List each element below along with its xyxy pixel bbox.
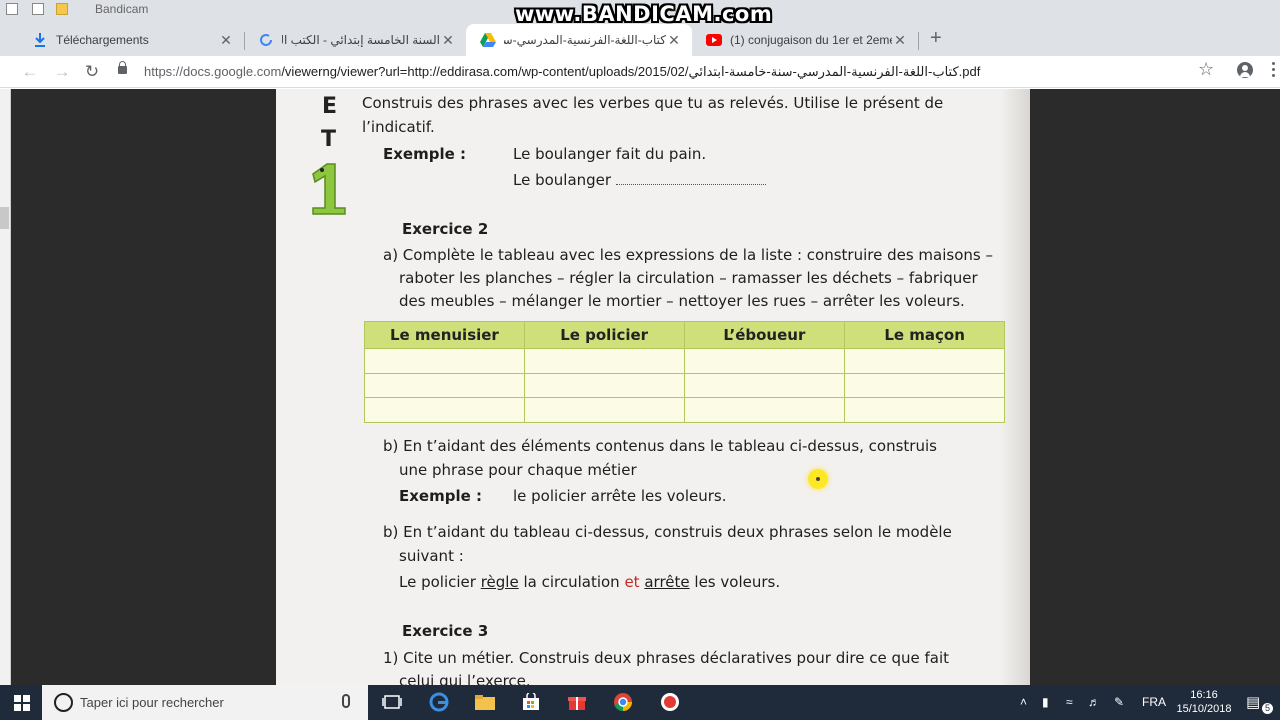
ex2-b2-line-1: b) En t’aidant du tableau ci-dessus, con… bbox=[383, 523, 952, 541]
clock-time: 16:16 bbox=[1190, 689, 1218, 701]
table-header: Le menuisier bbox=[364, 321, 525, 349]
file-explorer-icon[interactable] bbox=[474, 691, 496, 713]
folder-icon bbox=[56, 3, 68, 15]
profile-avatar-icon[interactable] bbox=[1237, 62, 1253, 78]
table-header: L’éboueur bbox=[683, 321, 846, 349]
intro-line-2: l’indicatif. bbox=[362, 118, 435, 136]
left-scrollbar[interactable] bbox=[0, 89, 11, 685]
microphone-icon[interactable] bbox=[342, 694, 350, 708]
number-one-mascot-icon bbox=[307, 160, 349, 216]
ex2-b-line-1: b) En t’aidant des éléments contenus dan… bbox=[383, 437, 937, 455]
intro-line-1: Construis des phrases avec les verbes qu… bbox=[362, 94, 944, 112]
address-bar[interactable]: https://docs.google.com/viewerng/viewer?… bbox=[112, 59, 1232, 85]
example-line-1: Le boulanger fait du pain. bbox=[513, 145, 707, 163]
taskbar-search-box[interactable]: Taper ici pour rechercher bbox=[42, 685, 368, 720]
close-tab-icon[interactable]: ✕ bbox=[892, 32, 908, 48]
tab-label: Téléchargements bbox=[56, 33, 149, 47]
recorder-watermark: www.BANDICAM.com bbox=[515, 2, 773, 26]
lock-icon bbox=[118, 61, 127, 74]
cortana-icon bbox=[54, 693, 73, 712]
table-row bbox=[364, 397, 1005, 423]
close-tab-icon[interactable]: ✕ bbox=[440, 32, 456, 48]
new-tab-button[interactable]: + bbox=[930, 28, 942, 48]
browser-menu-icon[interactable] bbox=[1272, 62, 1275, 78]
exercise-2-title: Exercice 2 bbox=[402, 220, 489, 238]
close-tab-icon[interactable]: ✕ bbox=[218, 32, 234, 48]
recorder-app-name: Bandicam bbox=[95, 2, 149, 16]
edge-browser-icon[interactable] bbox=[428, 691, 450, 713]
windows-start-icon[interactable] bbox=[14, 695, 30, 711]
table-header-row: Le menuisier Le policier L’éboueur Le ma… bbox=[364, 321, 1005, 349]
ex2-b2-line-2: suivant : bbox=[399, 547, 464, 565]
notification-badge: 5 bbox=[1262, 703, 1273, 714]
example-label: Exemple : bbox=[383, 145, 466, 163]
battery-icon[interactable]: ▮ bbox=[1042, 695, 1049, 709]
download-icon bbox=[32, 32, 48, 48]
task-view-icon[interactable] bbox=[381, 691, 403, 713]
table-row bbox=[364, 372, 1005, 398]
chrome-icon[interactable] bbox=[612, 691, 634, 713]
close-tab-icon[interactable]: ✕ bbox=[666, 32, 682, 48]
tab-eddirasa[interactable]: السنة الخامسة إبتدائي - الكتب المد ✕ bbox=[244, 24, 466, 56]
volume-icon[interactable]: ♬ bbox=[1088, 695, 1100, 709]
mouse-highlight-cursor bbox=[808, 469, 828, 489]
tab-label: (1) conjugaison du 1er et 2eme g bbox=[730, 33, 892, 47]
clock-date: 15/10/2018 bbox=[1176, 703, 1232, 715]
side-letter-e: E bbox=[322, 94, 338, 119]
ex2-b-example: le policier arrête les voleurs. bbox=[513, 487, 727, 505]
app-icon bbox=[6, 3, 18, 15]
jobs-table: Le menuisier Le policier L’éboueur Le ma… bbox=[364, 321, 1005, 423]
ex2-b-line-2: une phrase pour chaque métier bbox=[399, 461, 637, 479]
toolbar: ← → ↻ https://docs.google.com/viewerng/v… bbox=[0, 56, 1280, 88]
tab-downloads[interactable]: Téléchargements ✕ bbox=[18, 24, 244, 56]
tab-drive-pdf[interactable]: كتاب-اللغة-الفرنسية-المدرسي-سنة- ✕ bbox=[466, 24, 692, 56]
tab-youtube[interactable]: (1) conjugaison du 1er et 2eme g ✕ bbox=[692, 24, 918, 56]
ex2-a-line-1: a) Complète le tableau avec les expressi… bbox=[383, 246, 993, 264]
loading-icon bbox=[258, 32, 274, 48]
youtube-icon bbox=[706, 32, 722, 48]
windows-taskbar: Taper ici pour rechercher ˄ ▮ ≈ ♬ ✎ FRA … bbox=[0, 685, 1280, 720]
pen-icon[interactable]: ✎ bbox=[1114, 695, 1124, 709]
ex2-b-example-label: Exemple : bbox=[399, 487, 482, 505]
forward-arrow-icon[interactable]: → bbox=[52, 62, 72, 82]
gift-app-icon[interactable] bbox=[566, 691, 588, 713]
back-arrow-icon[interactable]: ← bbox=[20, 62, 40, 82]
table-row bbox=[364, 348, 1005, 374]
table-header: Le maçon bbox=[844, 321, 1005, 349]
exercise-3-title: Exercice 3 bbox=[402, 622, 489, 640]
ex3-line-1: 1) Cite un métier. Construis deux phrase… bbox=[383, 649, 950, 667]
example-line-2: Le boulanger bbox=[513, 171, 766, 189]
bandicam-record-icon[interactable] bbox=[659, 691, 681, 713]
table-header: Le policier bbox=[523, 321, 685, 349]
checkbox-icon bbox=[32, 3, 44, 15]
url-text: https://docs.google.com/viewerng/viewer?… bbox=[144, 64, 981, 79]
show-hidden-icons-chevron[interactable]: ˄ bbox=[1020, 695, 1027, 709]
side-letter-t: T bbox=[321, 127, 337, 152]
action-center-icon[interactable]: ▤ bbox=[1246, 693, 1260, 711]
taskbar-clock[interactable]: 16:16 15/10/2018 bbox=[1172, 688, 1236, 716]
model-sentence: Le policier règle la circulation et arrê… bbox=[399, 573, 781, 591]
search-placeholder: Taper ici pour rechercher bbox=[80, 695, 224, 710]
bookmark-star-icon[interactable]: ☆ bbox=[1198, 59, 1214, 80]
ex2-a-line-3: des meubles – mélanger le mortier – nett… bbox=[399, 292, 965, 310]
tab-label: السنة الخامسة إبتدائي - الكتب المد bbox=[282, 33, 440, 47]
store-icon[interactable] bbox=[520, 691, 542, 713]
google-drive-icon bbox=[480, 32, 496, 48]
wifi-icon[interactable]: ≈ bbox=[1066, 695, 1073, 709]
ex2-a-line-2: raboter les planches – régler la circula… bbox=[399, 269, 978, 287]
tab-label: كتاب-اللغة-الفرنسية-المدرسي-سنة- bbox=[504, 33, 666, 47]
reload-icon[interactable]: ↻ bbox=[82, 62, 102, 82]
language-indicator[interactable]: FRA bbox=[1142, 695, 1166, 709]
